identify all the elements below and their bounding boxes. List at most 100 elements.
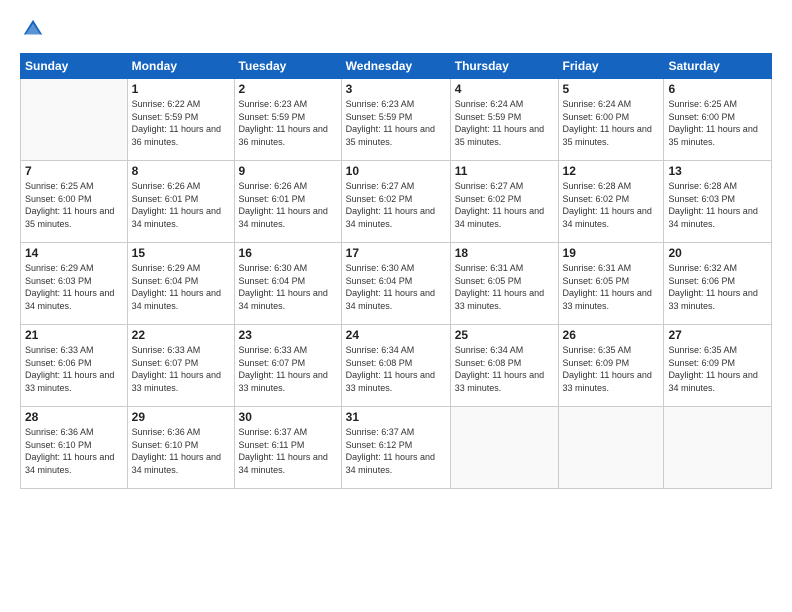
calendar-cell: 4 Sunrise: 6:24 AMSunset: 5:59 PMDaylight… — [450, 79, 558, 161]
day-info: Sunrise: 6:36 AMSunset: 6:10 PMDaylight:… — [25, 426, 123, 476]
day-number: 28 — [25, 410, 123, 424]
logo — [20, 18, 44, 45]
day-number: 21 — [25, 328, 123, 342]
day-info: Sunrise: 6:29 AMSunset: 6:03 PMDaylight:… — [25, 262, 123, 312]
day-number: 13 — [668, 164, 767, 178]
day-number: 31 — [346, 410, 446, 424]
calendar-cell: 30 Sunrise: 6:37 AMSunset: 6:11 PMDayligh… — [234, 407, 341, 489]
day-number: 19 — [563, 246, 660, 260]
day-number: 3 — [346, 82, 446, 96]
day-info: Sunrise: 6:35 AMSunset: 6:09 PMDaylight:… — [563, 344, 660, 394]
calendar-cell: 5Sunrise: 6:24 AMSunset: 6:00 PMDaylight… — [558, 79, 664, 161]
day-number: 17 — [346, 246, 446, 260]
day-info: Sunrise: 6:23 AMSunset: 5:59 PMDaylight:… — [239, 98, 337, 148]
day-info: Sunrise: 6:32 AMSunset: 6:06 PMDaylight:… — [668, 262, 767, 312]
calendar-cell: 9 Sunrise: 6:26 AMSunset: 6:01 PMDaylight… — [234, 161, 341, 243]
calendar-cell: 8 Sunrise: 6:26 AMSunset: 6:01 PMDaylight… — [127, 161, 234, 243]
day-info: Sunrise: 6:27 AMSunset: 6:02 PMDaylight:… — [346, 180, 446, 230]
calendar-header-friday: Friday — [558, 54, 664, 79]
day-number: 25 — [455, 328, 554, 342]
calendar-cell: 23 Sunrise: 6:33 AMSunset: 6:07 PMDayligh… — [234, 325, 341, 407]
calendar-cell: 13 Sunrise: 6:28 AMSunset: 6:03 PMDayligh… — [664, 161, 772, 243]
day-number: 1 — [132, 82, 230, 96]
day-number: 6 — [668, 82, 767, 96]
calendar-cell: 27Sunrise: 6:35 AMSunset: 6:09 PMDayligh… — [664, 325, 772, 407]
day-number: 7 — [25, 164, 123, 178]
day-info: Sunrise: 6:28 AMSunset: 6:03 PMDaylight:… — [668, 180, 767, 230]
calendar-header-saturday: Saturday — [664, 54, 772, 79]
day-number: 2 — [239, 82, 337, 96]
day-info: Sunrise: 6:30 AMSunset: 6:04 PMDaylight:… — [239, 262, 337, 312]
calendar-cell: 21 Sunrise: 6:33 AMSunset: 6:06 PMDayligh… — [21, 325, 128, 407]
day-info: Sunrise: 6:31 AMSunset: 6:05 PMDaylight:… — [455, 262, 554, 312]
calendar-cell: 31 Sunrise: 6:37 AMSunset: 6:12 PMDayligh… — [341, 407, 450, 489]
calendar-cell: 3 Sunrise: 6:23 AMSunset: 5:59 PMDaylight… — [341, 79, 450, 161]
day-info: Sunrise: 6:24 AMSunset: 6:00 PMDaylight:… — [563, 98, 660, 148]
day-number: 15 — [132, 246, 230, 260]
logo-icon — [22, 18, 44, 40]
calendar-header-tuesday: Tuesday — [234, 54, 341, 79]
calendar-cell: 2 Sunrise: 6:23 AMSunset: 5:59 PMDaylight… — [234, 79, 341, 161]
day-info: Sunrise: 6:34 AMSunset: 6:08 PMDaylight:… — [455, 344, 554, 394]
calendar-cell: 26 Sunrise: 6:35 AMSunset: 6:09 PMDayligh… — [558, 325, 664, 407]
calendar-week-row: 14 Sunrise: 6:29 AMSunset: 6:03 PMDayligh… — [21, 243, 772, 325]
day-number: 12 — [563, 164, 660, 178]
day-info: Sunrise: 6:26 AMSunset: 6:01 PMDaylight:… — [132, 180, 230, 230]
day-info: Sunrise: 6:25 AMSunset: 6:00 PMDaylight:… — [668, 98, 767, 148]
calendar-cell: 11 Sunrise: 6:27 AMSunset: 6:02 PMDayligh… — [450, 161, 558, 243]
calendar-cell: 10 Sunrise: 6:27 AMSunset: 6:02 PMDayligh… — [341, 161, 450, 243]
day-info: Sunrise: 6:27 AMSunset: 6:02 PMDaylight:… — [455, 180, 554, 230]
calendar-cell — [21, 79, 128, 161]
calendar-cell: 15 Sunrise: 6:29 AMSunset: 6:04 PMDayligh… — [127, 243, 234, 325]
day-info: Sunrise: 6:37 AMSunset: 6:11 PMDaylight:… — [239, 426, 337, 476]
day-number: 26 — [563, 328, 660, 342]
calendar: SundayMondayTuesdayWednesdayThursdayFrid… — [20, 53, 772, 489]
day-info: Sunrise: 6:28 AMSunset: 6:02 PMDaylight:… — [563, 180, 660, 230]
day-number: 9 — [239, 164, 337, 178]
day-number: 4 — [455, 82, 554, 96]
calendar-cell: 28 Sunrise: 6:36 AMSunset: 6:10 PMDayligh… — [21, 407, 128, 489]
day-info: Sunrise: 6:29 AMSunset: 6:04 PMDaylight:… — [132, 262, 230, 312]
calendar-week-row: 28 Sunrise: 6:36 AMSunset: 6:10 PMDayligh… — [21, 407, 772, 489]
day-info: Sunrise: 6:37 AMSunset: 6:12 PMDaylight:… — [346, 426, 446, 476]
calendar-cell: 16 Sunrise: 6:30 AMSunset: 6:04 PMDayligh… — [234, 243, 341, 325]
day-info: Sunrise: 6:26 AMSunset: 6:01 PMDaylight:… — [239, 180, 337, 230]
calendar-cell: 1 Sunrise: 6:22 AMSunset: 5:59 PMDaylight… — [127, 79, 234, 161]
day-info: Sunrise: 6:33 AMSunset: 6:07 PMDaylight:… — [239, 344, 337, 394]
day-number: 10 — [346, 164, 446, 178]
day-info: Sunrise: 6:31 AMSunset: 6:05 PMDaylight:… — [563, 262, 660, 312]
calendar-cell: 18 Sunrise: 6:31 AMSunset: 6:05 PMDayligh… — [450, 243, 558, 325]
calendar-cell — [558, 407, 664, 489]
day-info: Sunrise: 6:24 AMSunset: 5:59 PMDaylight:… — [455, 98, 554, 148]
day-number: 29 — [132, 410, 230, 424]
day-number: 22 — [132, 328, 230, 342]
day-info: Sunrise: 6:36 AMSunset: 6:10 PMDaylight:… — [132, 426, 230, 476]
calendar-week-row: 1 Sunrise: 6:22 AMSunset: 5:59 PMDaylight… — [21, 79, 772, 161]
day-info: Sunrise: 6:34 AMSunset: 6:08 PMDaylight:… — [346, 344, 446, 394]
day-number: 30 — [239, 410, 337, 424]
calendar-cell: 12 Sunrise: 6:28 AMSunset: 6:02 PMDayligh… — [558, 161, 664, 243]
day-info: Sunrise: 6:33 AMSunset: 6:06 PMDaylight:… — [25, 344, 123, 394]
day-info: Sunrise: 6:23 AMSunset: 5:59 PMDaylight:… — [346, 98, 446, 148]
day-number: 14 — [25, 246, 123, 260]
calendar-cell: 22Sunrise: 6:33 AMSunset: 6:07 PMDayligh… — [127, 325, 234, 407]
calendar-cell: 24 Sunrise: 6:34 AMSunset: 6:08 PMDayligh… — [341, 325, 450, 407]
day-info: Sunrise: 6:30 AMSunset: 6:04 PMDaylight:… — [346, 262, 446, 312]
calendar-cell: 20Sunrise: 6:32 AMSunset: 6:06 PMDayligh… — [664, 243, 772, 325]
calendar-header-row: SundayMondayTuesdayWednesdayThursdayFrid… — [21, 54, 772, 79]
calendar-cell: 14 Sunrise: 6:29 AMSunset: 6:03 PMDayligh… — [21, 243, 128, 325]
calendar-cell: 6 Sunrise: 6:25 AMSunset: 6:00 PMDaylight… — [664, 79, 772, 161]
day-number: 23 — [239, 328, 337, 342]
calendar-cell: 25 Sunrise: 6:34 AMSunset: 6:08 PMDayligh… — [450, 325, 558, 407]
day-number: 18 — [455, 246, 554, 260]
calendar-week-row: 21 Sunrise: 6:33 AMSunset: 6:06 PMDayligh… — [21, 325, 772, 407]
calendar-cell: 17 Sunrise: 6:30 AMSunset: 6:04 PMDayligh… — [341, 243, 450, 325]
day-number: 24 — [346, 328, 446, 342]
day-number: 11 — [455, 164, 554, 178]
day-number: 16 — [239, 246, 337, 260]
calendar-header-wednesday: Wednesday — [341, 54, 450, 79]
day-info: Sunrise: 6:22 AMSunset: 5:59 PMDaylight:… — [132, 98, 230, 148]
calendar-week-row: 7Sunrise: 6:25 AMSunset: 6:00 PMDaylight… — [21, 161, 772, 243]
day-number: 8 — [132, 164, 230, 178]
calendar-cell: 7Sunrise: 6:25 AMSunset: 6:00 PMDaylight… — [21, 161, 128, 243]
